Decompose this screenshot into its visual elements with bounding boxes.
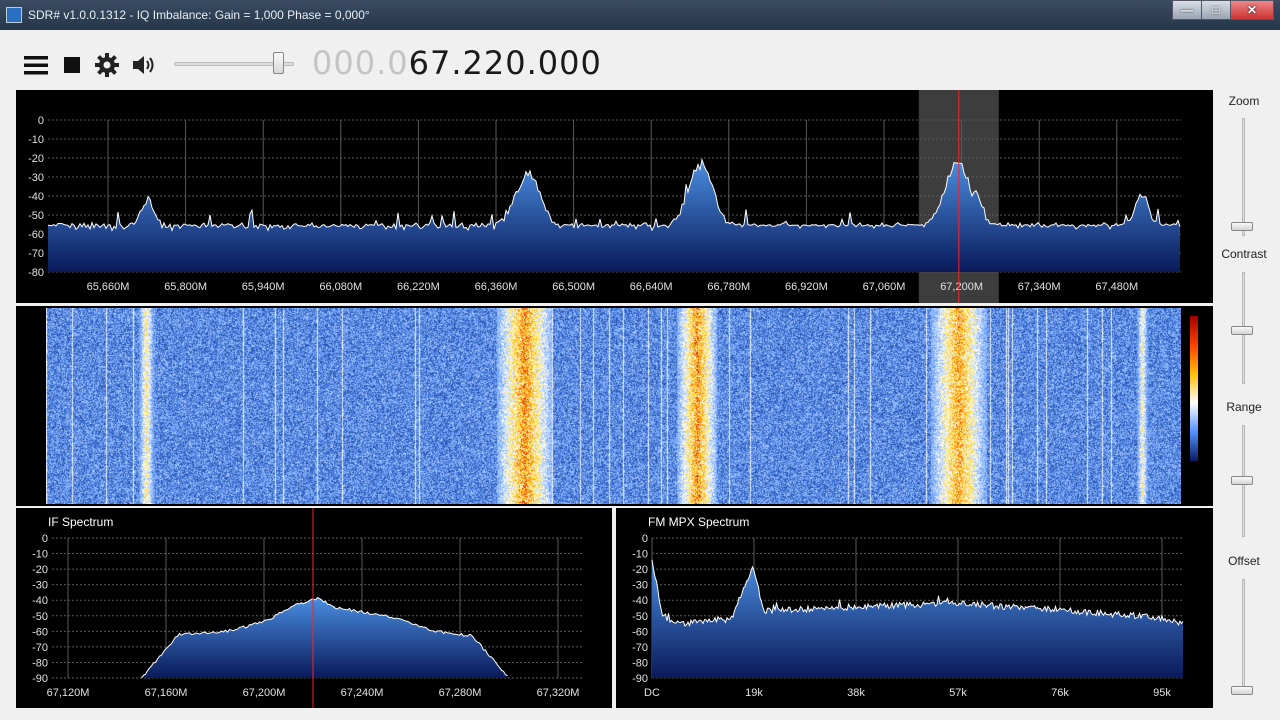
fm-mpx-spectrum-y-tick-label: -20	[632, 564, 648, 576]
range-slider-thumb[interactable]	[1231, 476, 1253, 485]
if-spectrum-y-tick-label: -60	[32, 626, 48, 638]
main-spectrum-x-tick-label: 67,480M	[1095, 281, 1138, 293]
minimize-button[interactable]: —	[1172, 0, 1202, 20]
main-spectrum-y-tick-label: -10	[28, 134, 44, 146]
if-spectrum-title: IF Spectrum	[48, 515, 113, 529]
main-spectrum-x-tick-label: 66,920M	[785, 281, 828, 293]
if-spectrum-y-tick-label: -30	[32, 580, 48, 592]
waterfall-heatmap[interactable]	[46, 308, 1181, 504]
if-spectrum-x-tick-label: 67,200M	[243, 687, 286, 699]
fm-mpx-spectrum-x-tick-label: 76k	[1051, 687, 1069, 699]
stop-icon[interactable]	[59, 52, 85, 78]
if-spectrum-y-tick-label: -20	[32, 564, 48, 576]
frequency-display[interactable]: 000.067.220.000	[312, 44, 602, 82]
main-spectrum-x-tick-label: 67,200M	[940, 281, 983, 293]
if-spectrum-y-tick-label: 0	[42, 533, 48, 545]
fm-mpx-spectrum-x-tick-label: DC	[644, 687, 660, 699]
app-icon	[6, 7, 22, 23]
contrast-label: Contrast	[1221, 247, 1267, 261]
zoom-slider-thumb[interactable]	[1231, 222, 1253, 231]
main-spectrum-y-tick-label: -70	[28, 248, 44, 260]
main-spectrum-x-tick-label: 66,080M	[319, 281, 362, 293]
if-spectrum-y-tick-label: -90	[32, 673, 48, 685]
main-spectrum-x-tick-label: 66,360M	[475, 281, 518, 293]
fm-mpx-spectrum-y-tick-label: 0	[642, 533, 648, 545]
waterfall-panel[interactable]	[16, 306, 1213, 506]
hamburger-menu-icon[interactable]	[23, 52, 49, 78]
main-spectrum-trace-line	[47, 157, 1181, 232]
if-spectrum-x-tick-label: 67,280M	[439, 687, 482, 699]
fm-mpx-spectrum-y-tick-label: -10	[632, 549, 648, 561]
fm-mpx-spectrum-y-tick-label: -90	[632, 673, 648, 685]
fm-mpx-spectrum-y-tick-label: -40	[632, 595, 648, 607]
main-spectrum-y-tick-label: -80	[28, 267, 44, 279]
main-spectrum-y-tick-label: 0	[38, 115, 44, 127]
fm-mpx-spectrum-y-tick-label: -70	[632, 642, 648, 654]
contrast-slider-thumb[interactable]	[1231, 326, 1253, 335]
main-spectrum-panel[interactable]: 0 -10 -20 -30 -40 -50 -60 -70 -80 65,660M 65,800M 6…	[16, 90, 1213, 303]
frequency-dim-digits[interactable]: 000.0	[312, 44, 409, 82]
main-spectrum-x-tick-label: 65,800M	[164, 281, 207, 293]
if-spectrum-y-tick-label: -70	[32, 642, 48, 654]
fm-mpx-spectrum-y-tick-label: -30	[632, 580, 648, 592]
gear-icon[interactable]	[94, 52, 120, 78]
if-spectrum-x-tick-label: 67,120M	[47, 687, 90, 699]
fm-mpx-spectrum-x-tick-label: 95k	[1153, 687, 1171, 699]
main-spectrum-x-tick-label: 67,060M	[863, 281, 906, 293]
main-client-area: 000.067.220.000 0 -10 -20 -30 -40 -50 -60 -70 -8…	[6, 30, 1274, 720]
fm-mpx-spectrum-panel[interactable]: FM MPX Spectrum0 -10 -20 -30 -40 -50 -60 -70 -80…	[616, 508, 1213, 708]
waterfall-color-scale	[1190, 316, 1198, 461]
if-spectrum-y-tick-label: -50	[32, 611, 48, 623]
maximize-button[interactable]: □	[1201, 0, 1231, 20]
zoom-label: Zoom	[1228, 94, 1260, 108]
fm-mpx-spectrum-y-tick-label: -80	[632, 657, 648, 669]
sdrsharp-window: SDR# v1.0.0.1312 - IQ Imbalance: Gain = …	[0, 0, 1280, 720]
main-spectrum-x-tick-label: 65,660M	[87, 281, 130, 293]
range-label: Range	[1226, 400, 1262, 414]
if-spectrum-y-tick-label: -80	[32, 657, 48, 669]
window-title: SDR# v1.0.0.1312 - IQ Imbalance: Gain = …	[28, 8, 370, 22]
offset-slider-track[interactable]	[1242, 579, 1245, 691]
offset-label: Offset	[1228, 554, 1260, 568]
fm-mpx-spectrum-y-tick-label: -60	[632, 626, 648, 638]
main-spectrum-y-tick-label: -40	[28, 191, 44, 203]
main-spectrum-y-tick-label: -20	[28, 153, 44, 165]
if-spectrum-panel[interactable]: IF Spectrum0 -10 -20 -30 -40 -50 -60 -70 -80 -90 6…	[16, 508, 612, 708]
frequency-main-digits[interactable]: 67.220.000	[409, 44, 602, 82]
close-button[interactable]: ✕	[1230, 0, 1274, 20]
main-spectrum-x-tick-label: 66,780M	[707, 281, 750, 293]
fm-mpx-spectrum-title: FM MPX Spectrum	[648, 515, 749, 529]
fm-mpx-spectrum-area-fill	[652, 559, 1183, 678]
fm-mpx-spectrum-y-tick-label: -50	[632, 611, 648, 623]
fm-mpx-spectrum-x-tick-label: 19k	[745, 687, 763, 699]
if-spectrum-y-tick-label: -10	[32, 549, 48, 561]
offset-slider-thumb[interactable]	[1231, 686, 1253, 695]
volume-slider-thumb[interactable]	[273, 52, 284, 74]
fm-mpx-spectrum-x-tick-label: 57k	[949, 687, 967, 699]
main-spectrum-x-tick-label: 67,340M	[1018, 281, 1061, 293]
main-spectrum-y-tick-label: -60	[28, 229, 44, 241]
main-spectrum-x-tick-label: 66,640M	[630, 281, 673, 293]
if-spectrum-area-fill	[141, 597, 508, 678]
main-spectrum-y-tick-label: -50	[28, 210, 44, 222]
main-spectrum-x-tick-label: 66,220M	[397, 281, 440, 293]
display-sidebar: Zoom Contrast Range Offset	[1214, 90, 1274, 720]
main-spectrum-y-tick-label: -30	[28, 172, 44, 184]
main-spectrum-x-tick-label: 65,940M	[242, 281, 285, 293]
toolbar: 000.067.220.000	[6, 30, 1274, 90]
if-spectrum-y-tick-label: -40	[32, 595, 48, 607]
if-spectrum-x-tick-label: 67,240M	[341, 687, 384, 699]
main-spectrum-x-tick-label: 66,500M	[552, 281, 595, 293]
fm-mpx-spectrum-x-tick-label: 38k	[847, 687, 865, 699]
zoom-slider-track[interactable]	[1242, 118, 1245, 236]
if-spectrum-x-tick-label: 67,320M	[537, 687, 580, 699]
speaker-icon[interactable]	[130, 52, 156, 78]
if-spectrum-x-tick-label: 67,160M	[145, 687, 188, 699]
title-bar[interactable]: SDR# v1.0.0.1312 - IQ Imbalance: Gain = …	[0, 0, 1280, 30]
